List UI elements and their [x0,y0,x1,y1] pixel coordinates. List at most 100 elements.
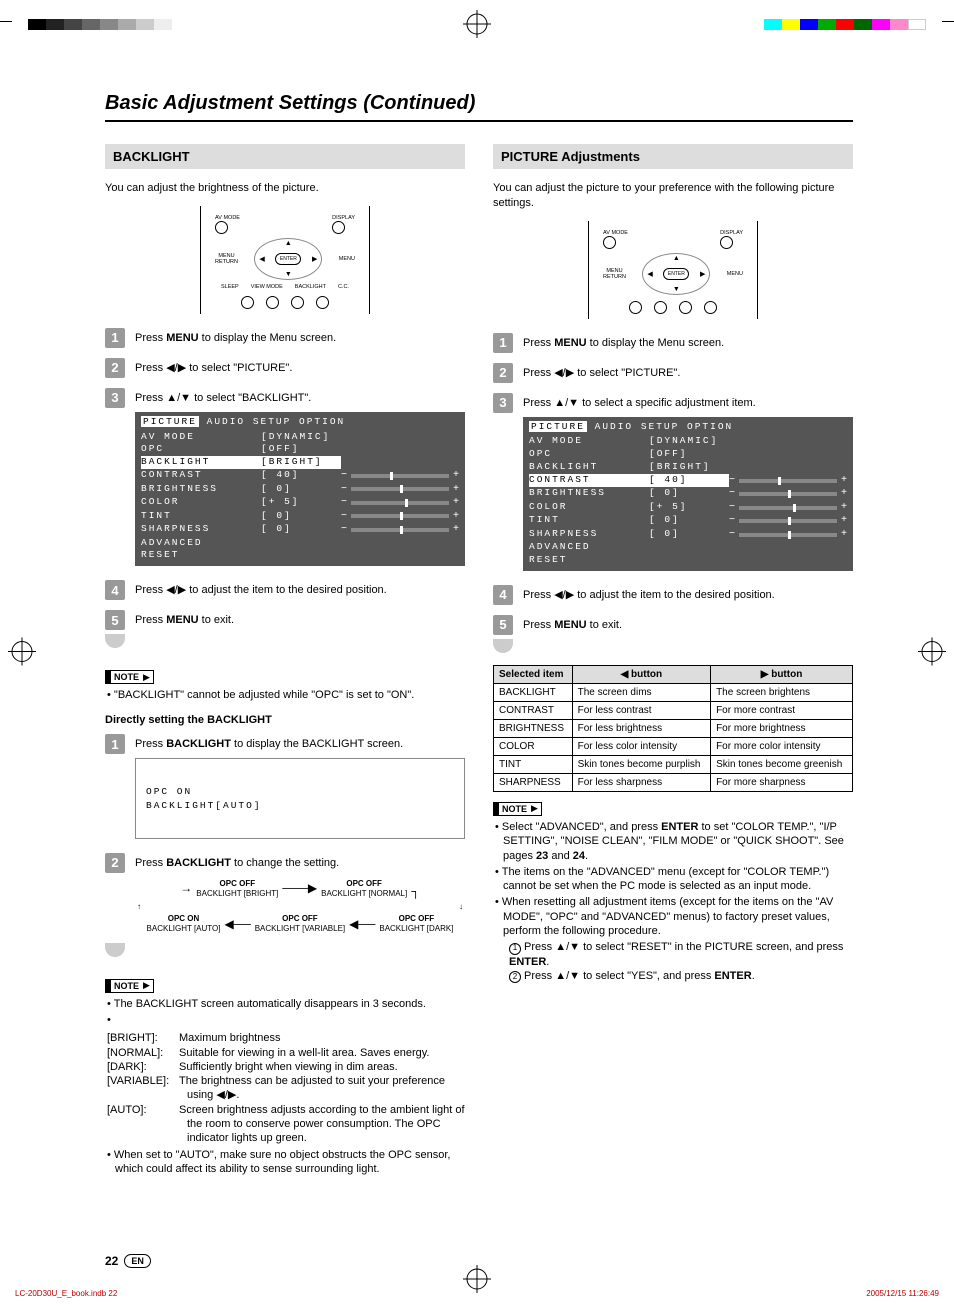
grayscale-registration-bar [28,19,172,30]
registration-mark-icon [463,10,491,41]
note-list: Select "ADVANCED", and press ENTER to se… [493,820,853,983]
remote-label-menureturn: MENU RETURN [603,268,626,280]
remote-label-bottom: C.C. [338,284,349,290]
page-number-value: 22 [105,1254,118,1268]
step-text: Press MENU to exit. [523,615,622,633]
remote-label-menu: MENU [727,271,743,277]
arrow-down-icon: ↓ [459,902,463,912]
remote-button-icon [629,301,642,314]
step-number-icon: 2 [493,363,513,383]
backlight-cycle-flow: → OPC OFFBACKLIGHT [BRIGHT] ───▶ OPC OFF… [135,879,465,935]
remote-label-display: DISPLAY [720,230,743,236]
note-list: The BACKLIGHT screen automatically disap… [105,997,465,1177]
step-number-icon: 4 [105,580,125,600]
direct-backlight-heading: Directly setting the BACKLIGHT [105,714,465,726]
step-text: Press BACKLIGHT to change the setting. →… [135,853,465,939]
step-text: Press MENU to exit. [135,610,234,628]
flow-item: OPC OFFBACKLIGHT [NORMAL] [321,879,407,900]
remote-label-bottom: VIEW MODE [251,284,283,290]
backlight-heading: BACKLIGHT [105,144,465,169]
left-column: BACKLIGHT You can adjust the brightness … [105,144,465,1178]
crop-line [942,21,954,22]
print-footer: LC-20D30U_E_book.indb 22 2005/12/15 11:2… [15,1289,939,1298]
picture-intro: You can adjust the picture to your prefe… [493,181,853,211]
avmode-button-icon [215,221,228,234]
osd-mini: OPC ON BACKLIGHT[AUTO] [135,758,465,839]
remote-label-menu: MENU [339,256,355,262]
crop-line [0,21,12,22]
step-number-icon: 3 [493,393,513,413]
footer-file: LC-20D30U_E_book.indb 22 [15,1289,117,1298]
step-number-icon: 1 [105,734,125,754]
display-button-icon [332,221,345,234]
remote-panel: AV MODE DISPLAY MENU RETURN ▲ [200,206,370,314]
right-column: PICTURE Adjustments You can adjust the p… [493,144,853,1178]
remote-label-avmode: AV MODE [215,215,240,221]
step-3: 3 Press ▲/▼ to select "BACKLIGHT". PICTU… [105,388,465,570]
dpad-icon: ▲ ▼ ◀ ▶ ENTER [642,253,710,295]
color-registration-bar [764,19,926,30]
step-text: Press ◀/▶ to adjust the item to the desi… [135,580,387,598]
step-number-icon: 1 [493,333,513,353]
step-text: Press MENU to display the Menu screen. [523,333,724,351]
avmode-button-icon [603,236,616,249]
dpad-icon: ▲ ▼ ◀ ▶ ENTER [254,238,322,280]
step-text: Press MENU to display the Menu screen. [135,328,336,346]
substep: 2Press ▲/▼ to select "YES", and press EN… [509,969,853,983]
step-text: Press ▲/▼ to select a specific adjustmen… [523,393,853,575]
arrow-left-icon: ◀── [224,917,250,933]
page-number: 22 EN [105,1254,151,1268]
osd-picture-menu: PICTURE AUDIO SETUP OPTIONAV MODE[DYNAMI… [523,417,853,571]
remote-diagram: AV MODE DISPLAY MENU RETURN ▲ [105,206,465,314]
step-text: Press ◀/▶ to select "PICTURE". [523,363,680,381]
remote-label-display: DISPLAY [332,215,355,221]
step-number-icon: 5 [105,610,125,630]
step-number-icon: 2 [105,358,125,378]
remote-label-menureturn: MENU RETURN [215,253,238,265]
osd-backlight-menu: PICTURE AUDIO SETUP OPTIONAV MODE[DYNAMI… [135,412,465,566]
sleep-button-icon [241,296,254,309]
flow-item: OPC OFFBACKLIGHT [VARIABLE] [255,914,345,935]
note-item: The BACKLIGHT screen automatically disap… [115,997,465,1011]
adjustment-table: Selected item◀ button▶ buttonBACKLIGHTTh… [493,665,853,792]
step-2: 2 Press ◀/▶ to select "PICTURE". [105,358,465,378]
remote-panel: AV MODE DISPLAY MENU RETURN ▲ [588,221,758,319]
note-tag: NOTE▶ [493,802,542,816]
substep: 1Press ▲/▼ to select "RESET" in the PICT… [509,940,853,969]
backlight-button-icon [291,296,304,309]
footer-stamp: 2005/12/15 11:26:49 [866,1289,939,1298]
osd-mini-line: OPC ON [146,785,454,798]
registration-mark-icon [918,638,946,669]
direct-step-1: 1 Press BACKLIGHT to display the BACKLIG… [105,734,465,842]
osd-mini-line: BACKLIGHT[AUTO] [146,799,454,812]
columns: BACKLIGHT You can adjust the brightness … [105,144,853,1178]
arrow-up-icon: ↑ [137,902,141,912]
step-1: 1 Press MENU to display the Menu screen. [493,333,853,353]
page-content: Basic Adjustment Settings (Continued) BA… [105,92,853,1178]
note-list: "BACKLIGHT" cannot be adjusted while "OP… [105,688,465,702]
step-5: 5 Press MENU to exit. [105,610,465,630]
step-number-icon: 3 [105,388,125,408]
remote-label-bottom: BACKLIGHT [295,284,326,290]
language-badge: EN [124,1254,151,1268]
remote-label-bottom: SLEEP [221,284,239,290]
step-5: 5 Press MENU to exit. [493,615,853,635]
remote-button-icon [654,301,667,314]
remote-label-avmode: AV MODE [603,230,628,236]
remote-button-icon [704,301,717,314]
page-title: Basic Adjustment Settings (Continued) [105,92,853,122]
arrow-left-icon: ◀── [349,917,375,933]
note-item: The items on the "ADVANCED" menu (except… [503,865,853,894]
step-number-icon: 2 [105,853,125,873]
arrow-right-icon: ───▶ [282,881,317,897]
step-text: Press ◀/▶ to adjust the item to the desi… [523,585,775,603]
flow-item: OPC ONBACKLIGHT [AUTO] [147,914,221,935]
step-text: Press ◀/▶ to select "PICTURE". [135,358,292,376]
step-terminator [493,639,513,653]
note-item: "BACKLIGHT" cannot be adjusted while "OP… [115,688,465,702]
manual-page: Basic Adjustment Settings (Continued) BA… [0,0,954,1306]
cc-button-icon [316,296,329,309]
note-item: Select "ADVANCED", and press ENTER to se… [503,820,853,863]
step-4: 4 Press ◀/▶ to adjust the item to the de… [493,585,853,605]
enter-button-icon: ENTER [275,253,301,265]
